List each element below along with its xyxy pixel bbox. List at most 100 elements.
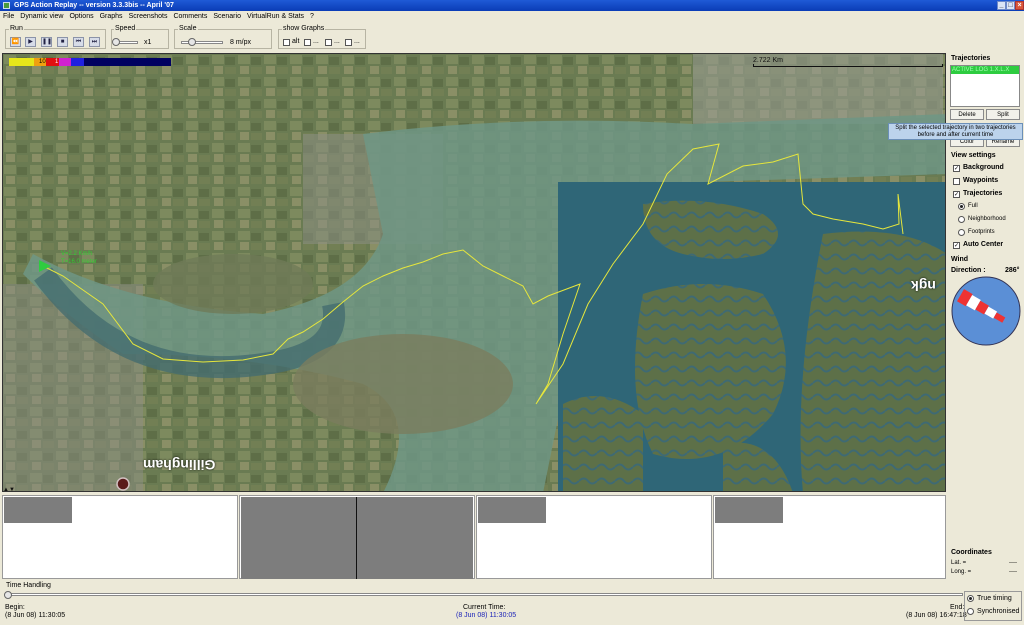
map-scale-text: 2.722 Km: [753, 57, 783, 64]
scale-value: 8 m/px: [230, 39, 252, 46]
menu-dynamic-view[interactable]: Dynamic view: [17, 11, 66, 22]
menu-file[interactable]: File: [0, 11, 17, 22]
graph-bar: [478, 497, 546, 523]
auto-center-checkbox[interactable]: ✓: [953, 242, 960, 249]
menu-bar: File Dynamic view Options Graphs Screenshots…: [0, 11, 1024, 22]
trajectories-checkbox[interactable]: ✓: [953, 191, 960, 198]
synchronised-radio[interactable]: [967, 608, 974, 615]
view-settings-title: View settings: [951, 152, 996, 159]
end-value: (8 Jun 08) 16:47:18: [906, 612, 967, 619]
legend-value-2: 1: [55, 59, 59, 65]
maximize-button[interactable]: □: [1006, 1, 1015, 10]
long-label: Long. =: [951, 569, 972, 575]
menu-scenario[interactable]: Scenario: [210, 11, 244, 22]
graph-panel-2[interactable]: [239, 495, 475, 579]
skip-back-icon[interactable]: ⏮: [73, 37, 84, 47]
legend-value-1: 10: [39, 59, 46, 65]
pause-icon[interactable]: ❚❚: [41, 37, 52, 47]
graph-bar: [4, 497, 72, 523]
graph-panel-4[interactable]: [713, 495, 946, 579]
rewind-icon[interactable]: ⏪: [10, 37, 21, 47]
true-timing-radio[interactable]: [967, 595, 974, 602]
run-label: Run: [9, 25, 24, 32]
trajectory-list[interactable]: ACTIVE LOG 1.X.L.X: [950, 65, 1020, 107]
trajectory-item[interactable]: ACTIVE LOG 1.X.L.X: [951, 66, 1019, 74]
menu-comments[interactable]: Comments: [170, 11, 210, 22]
graph-bar: [715, 497, 783, 523]
track-speed-label: V=2.2 Km/h: [61, 251, 93, 257]
skip-forward-icon[interactable]: ⏭: [89, 37, 100, 47]
background-label: Background: [963, 164, 1004, 171]
wind-direction-label: Direction :: [951, 267, 986, 274]
menu-options[interactable]: Options: [66, 11, 96, 22]
time-handling-title: Time Handling: [6, 582, 51, 589]
split-tooltip: Split the selected trajectory in two tra…: [888, 123, 1023, 140]
graph-panel-1[interactable]: [2, 495, 238, 579]
menu-help[interactable]: ?: [307, 11, 317, 22]
map-collapse-icon[interactable]: ▲▼: [3, 487, 15, 491]
full-label: Full: [968, 203, 978, 209]
graph-3-label: ...: [334, 38, 340, 45]
end-label: End:: [950, 604, 965, 611]
map-scale-bar: [753, 64, 943, 67]
close-button[interactable]: ×: [1015, 1, 1024, 10]
minimize-button[interactable]: _: [997, 1, 1006, 10]
waypoints-checkbox[interactable]: [953, 178, 960, 185]
time-handling-panel: Time Handling Begin: (8 Jun 08) 11:30:05…: [0, 579, 1024, 625]
waypoint-marker[interactable]: [116, 477, 130, 491]
app-icon: [3, 2, 10, 9]
graph-4-checkbox[interactable]: [345, 39, 352, 46]
graph-2-checkbox[interactable]: [304, 39, 311, 46]
split-button[interactable]: Split: [986, 109, 1020, 120]
true-timing-label: True timing: [977, 595, 1012, 602]
time-slider[interactable]: [6, 593, 963, 596]
auto-center-label: Auto Center: [963, 241, 1004, 248]
menu-virtualrun-stats[interactable]: VirtualRun & Stats: [244, 11, 307, 22]
menu-screenshots[interactable]: Screenshots: [126, 11, 171, 22]
graph-panel-3[interactable]: [476, 495, 712, 579]
satellite-map: [3, 54, 945, 491]
title-bar: GPS Action Replay -- version 3.3.3bis --…: [0, 0, 1024, 11]
speed-label: Speed: [114, 25, 137, 32]
lat-label: Lat. =: [951, 560, 967, 566]
trajectories-title: Trajectories: [951, 55, 991, 62]
place-label-right: ngk: [911, 278, 936, 294]
full-radio[interactable]: [958, 203, 965, 210]
graph-cursor: [356, 497, 357, 579]
trajectories-label: Trajectories: [963, 190, 1003, 197]
waypoints-label: Waypoints: [963, 177, 999, 184]
graph-alt-label: alt: [292, 38, 300, 45]
wind-title: Wind: [951, 256, 969, 263]
background-checkbox[interactable]: ✓: [953, 165, 960, 172]
map-view[interactable]: 10 1 2.722 Km V=2.2 Km/h T=16.0 meter Gi…: [2, 53, 946, 492]
play-icon[interactable]: ▶: [25, 37, 36, 47]
graph-bar: [241, 497, 473, 579]
delete-button[interactable]: Delete: [950, 109, 984, 120]
coordinates-title: Coordinates: [951, 549, 992, 556]
speed-group: [111, 29, 169, 49]
graph-2-label: ...: [313, 38, 319, 45]
stop-icon[interactable]: ■: [57, 37, 68, 47]
windsock-icon: [951, 276, 1021, 346]
current-time-value: (8 Jun 08) 11:30:05: [456, 612, 517, 619]
menu-graphs[interactable]: Graphs: [97, 11, 126, 22]
begin-value: (8 Jun 08) 11:30:05: [5, 612, 66, 619]
window-title: GPS Action Replay -- version 3.3.3bis --…: [14, 2, 174, 9]
scale-slider-knob[interactable]: [187, 38, 196, 46]
footprints-radio[interactable]: [958, 229, 965, 236]
neighborhood-radio[interactable]: [958, 216, 965, 223]
graph-4-label: ...: [354, 38, 360, 45]
graph-3-checkbox[interactable]: [325, 39, 332, 46]
neighborhood-label: Neighborhood: [968, 216, 1006, 222]
footprints-label: Footprints: [968, 229, 995, 235]
wind-direction-value: 286°: [1005, 267, 1020, 274]
time-slider-knob[interactable]: [4, 591, 12, 599]
graphs-label: show Graphs: [282, 25, 326, 32]
long-value: ----: [1009, 569, 1017, 575]
lat-value: ----: [1009, 560, 1017, 566]
scale-label: Scale: [178, 25, 198, 32]
synchronised-label: Synchronised: [977, 608, 1020, 615]
begin-label: Begin:: [5, 604, 25, 611]
graph-alt-checkbox[interactable]: [283, 39, 290, 46]
track-distance-label: T=16.0 meter: [61, 259, 97, 265]
